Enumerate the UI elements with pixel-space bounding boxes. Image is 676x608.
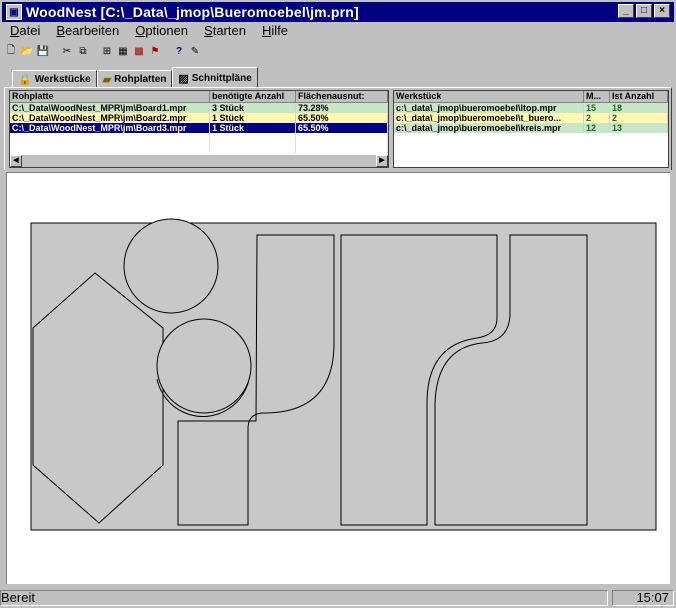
column-header[interactable]: M... — [584, 91, 610, 103]
menu-bar: Datei Bearbeiten Optionen Starten Hilfe — [2, 23, 296, 41]
open-folder-icon[interactable]: 📂 — [20, 44, 34, 58]
toolbar: 🗋 📂 💾 ✂ ⧉ ⊞ ▦ ▩ ⚑ ? ✎ — [4, 42, 202, 60]
tab-strip: 🔒 Werkstücke ▰ Rohplatten ▨ Schnittpläne — [12, 67, 258, 88]
cutting-plan-drawing — [30, 218, 657, 531]
table-row[interactable]: C:\_Data\WoodNest_MPR\jm\Board1.mpr 3 St… — [10, 103, 388, 113]
menu-hilfe[interactable]: Hilfe — [254, 23, 296, 41]
workpiece-circle[interactable] — [123, 218, 219, 314]
tab-rohplatten[interactable]: ▰ Rohplatten — [96, 70, 173, 87]
status-bar: Bereit 15:07 — [0, 588, 676, 608]
boards-table[interactable]: Rohplatte benötigte Anzahl Flächenausnut… — [9, 90, 389, 168]
column-header[interactable]: Flächenausnut: — [296, 91, 388, 103]
workpiece-circle[interactable] — [156, 318, 252, 414]
scroll-right-icon[interactable]: ▶ — [376, 155, 388, 167]
title-bar[interactable]: ▣ WoodNest [C:\_Data\_jmop\Bueromoebel\j… — [2, 2, 674, 22]
workpiece-icon: 🔒 — [18, 73, 32, 86]
maximize-button[interactable]: □ — [636, 4, 652, 18]
table-header: Werkstück M... Ist Anzahl — [394, 91, 668, 103]
tab-schnittplaene[interactable]: ▨ Schnittpläne — [172, 67, 258, 88]
boards-icon: ▰ — [102, 73, 112, 86]
table-header: Rohplatte benötigte Anzahl Flächenausnut… — [10, 91, 388, 103]
color-icon[interactable]: ▩ — [132, 44, 146, 58]
column-header[interactable]: Ist Anzahl — [610, 91, 668, 103]
menu-datei[interactable]: Datei — [2, 23, 48, 41]
scroll-left-icon[interactable]: ◀ — [10, 155, 22, 167]
main-window: ▣ WoodNest [C:\_Data\_jmop\Bueromoebel\j… — [0, 0, 676, 608]
horizontal-scrollbar[interactable]: ◀ ▶ — [10, 155, 388, 167]
menu-optionen[interactable]: Optionen — [127, 23, 196, 41]
menu-starten[interactable]: Starten — [196, 23, 254, 41]
new-file-icon[interactable]: 🗋 — [4, 44, 18, 58]
column-header[interactable]: benötigte Anzahl — [210, 91, 296, 103]
column-header[interactable]: Rohplatte — [10, 91, 210, 103]
status-clock: 15:07 — [612, 590, 674, 606]
table-row[interactable]: c:\_data\_jmop\bueromoebel\ltop.mpr 15 1… — [394, 103, 668, 113]
minimize-button[interactable]: _ — [618, 4, 634, 18]
table-row[interactable]: c:\_data\_jmop\bueromoebel\kreis.mpr 12 … — [394, 123, 668, 133]
table-row[interactable]: c:\_data\_jmop\bueromoebel\t_buero... 2 … — [394, 113, 668, 123]
cutting-plan-icon: ▨ — [178, 72, 189, 85]
flag-icon[interactable]: ⚑ — [148, 44, 162, 58]
tab-panel: Rohplatte benötigte Anzahl Flächenausnut… — [4, 87, 672, 170]
help-icon[interactable]: ? — [172, 44, 186, 58]
app-icon[interactable]: ▣ — [6, 4, 22, 20]
status-text: Bereit — [0, 590, 608, 606]
column-header[interactable]: Werkstück — [394, 91, 584, 103]
workpieces-table[interactable]: Werkstück M... Ist Anzahl c:\_data\_jmop… — [393, 90, 669, 168]
window-title: WoodNest [C:\_Data\_jmop\Bueromoebel\jm.… — [26, 4, 359, 20]
layout-icon[interactable]: ▦ — [116, 44, 130, 58]
table-row[interactable]: C:\_Data\WoodNest_MPR\jm\Board2.mpr 1 St… — [10, 113, 388, 123]
copy-icon[interactable]: ⧉ — [76, 44, 90, 58]
cut-icon[interactable]: ✂ — [60, 44, 74, 58]
tree-icon[interactable]: ⊞ — [100, 44, 114, 58]
save-icon[interactable]: 💾 — [36, 44, 50, 58]
cutting-plan-canvas[interactable] — [6, 172, 670, 584]
context-help-icon[interactable]: ✎ — [188, 44, 202, 58]
menu-bearbeiten[interactable]: Bearbeiten — [48, 23, 127, 41]
tab-werkstuecke[interactable]: 🔒 Werkstücke — [12, 70, 97, 87]
close-button[interactable]: × — [654, 4, 670, 18]
table-row-selected[interactable]: C:\_Data\WoodNest_MPR\jm\Board3.mpr 1 St… — [10, 123, 388, 133]
